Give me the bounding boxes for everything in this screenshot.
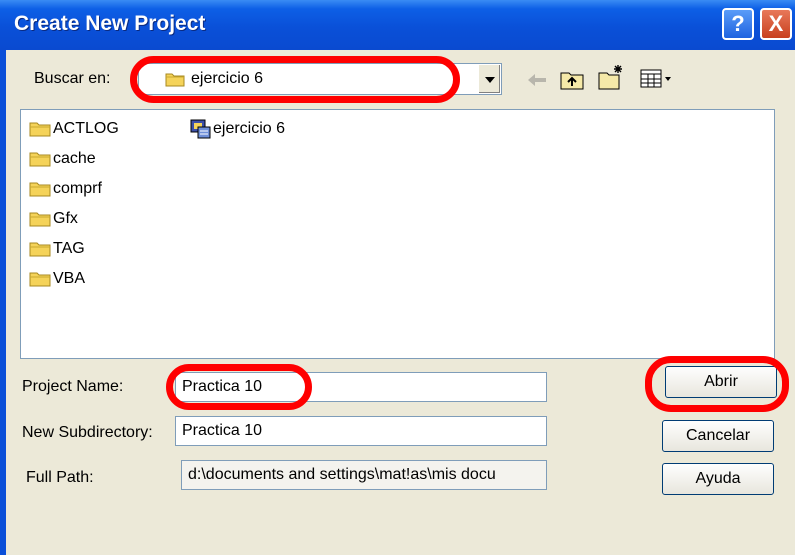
window-border (0, 50, 6, 555)
full-path-label: Full Path: (26, 469, 94, 486)
lookin-label: Buscar en: (34, 70, 111, 87)
folder-icon (29, 182, 51, 197)
title-bar[interactable]: Create New Project ? X (0, 0, 795, 50)
folder-name: Gfx (53, 210, 78, 227)
subdirectory-label: New Subdirectory: (22, 424, 153, 441)
chevron-down-icon[interactable] (478, 65, 500, 93)
lookin-value: ejercicio 6 (191, 70, 264, 87)
folder-item-actlog[interactable]: ACTLOG (29, 118, 119, 140)
dialog-title: Create New Project (14, 12, 206, 35)
file-item-ejercicio-6[interactable]: ejercicio 6 (189, 118, 285, 140)
folder-name: cache (53, 150, 96, 167)
folder-item-gfx[interactable]: Gfx (29, 208, 78, 230)
create-project-dialog: Create New Project ? X Buscar en: ejerci… (0, 0, 795, 555)
folder-icon (165, 71, 185, 92)
full-path-field: d:\documents and settings\mat!as\mis doc… (181, 460, 547, 490)
folder-item-cache[interactable]: cache (29, 148, 96, 170)
folder-item-vba[interactable]: VBA (29, 268, 85, 290)
project-file-icon (190, 119, 211, 139)
folder-icon (29, 152, 51, 167)
subdirectory-input[interactable]: Practica 10 (175, 416, 547, 446)
help-icon[interactable]: ? (722, 8, 754, 40)
project-name-input[interactable]: Practica 10 (175, 372, 547, 402)
folder-icon (29, 122, 51, 137)
file-name: ejercicio 6 (213, 120, 286, 137)
folder-item-comprf[interactable]: comprf (29, 178, 102, 200)
back-arrow-icon[interactable] (526, 72, 548, 93)
folder-name: TAG (53, 240, 85, 257)
folder-icon (29, 212, 51, 227)
folder-name: comprf (53, 180, 102, 197)
open-button[interactable]: Abrir (665, 366, 777, 398)
folder-icon (29, 242, 51, 257)
file-list[interactable]: ACTLOG cache comprf Gfx TAG VBA ejercici… (20, 109, 775, 359)
view-menu-icon[interactable] (640, 68, 674, 95)
up-folder-icon[interactable] (560, 68, 584, 95)
new-folder-icon[interactable] (598, 64, 626, 95)
folder-item-tag[interactable]: TAG (29, 238, 85, 260)
help-button[interactable]: Ayuda (662, 463, 774, 495)
lookin-combobox[interactable]: ejercicio 6 (138, 63, 502, 95)
project-name-label: Project Name: (22, 378, 124, 395)
folder-name: ACTLOG (53, 120, 119, 137)
folder-name: VBA (53, 270, 86, 287)
folder-icon (29, 272, 51, 287)
close-icon[interactable]: X (760, 8, 792, 40)
cancel-button[interactable]: Cancelar (662, 420, 774, 452)
